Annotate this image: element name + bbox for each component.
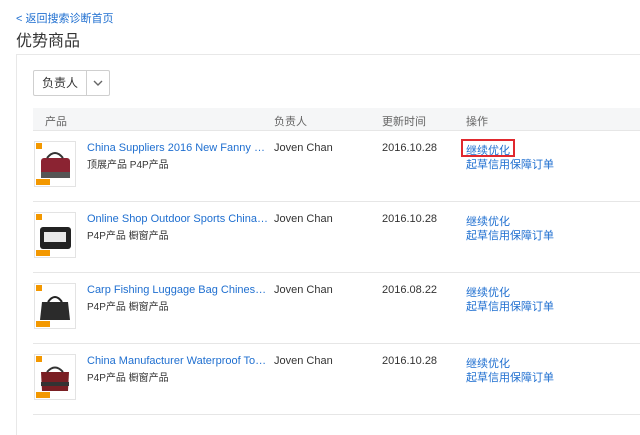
product-name-link[interactable]: China Manufacturer Waterproof Tote ... [87, 355, 269, 367]
col-owner: 负责人 [274, 116, 307, 128]
table-header: 产品 负责人 更新时间 操作 [33, 108, 640, 131]
product-thumbnail[interactable] [34, 212, 76, 258]
product-thumbnail[interactable] [34, 354, 76, 400]
bag-body [40, 302, 70, 320]
product-tags: P4P产品 橱窗产品 [87, 373, 169, 384]
owner-name: Joven Chan [274, 284, 333, 296]
page-title: 优势商品 [16, 33, 81, 50]
owner-name: Joven Chan [274, 142, 333, 154]
back-to-search-link[interactable]: < 返回搜索诊断首页 [16, 10, 113, 26]
owner-name: Joven Chan [274, 355, 333, 367]
update-date: 2016.10.28 [382, 142, 438, 154]
chevron-down-icon [87, 71, 109, 95]
col-actions: 操作 [466, 116, 488, 128]
bag-body [41, 372, 69, 391]
draft-trade-assurance-link[interactable]: 起草信用保障订单 [466, 298, 554, 314]
draft-trade-assurance-link[interactable]: 起草信用保障订单 [466, 227, 554, 243]
draft-trade-assurance-link[interactable]: 起草信用保障订单 [466, 369, 554, 385]
table-row: Carp Fishing Luggage Bag Chinese N... P4… [33, 273, 640, 344]
update-date: 2016.10.28 [382, 213, 438, 225]
product-tags: 顶展产品 P4P产品 [87, 160, 169, 171]
highlight-box [461, 139, 515, 157]
product-name-link[interactable]: China Suppliers 2016 New Fanny Can... [87, 142, 269, 154]
update-date: 2016.08.22 [382, 284, 438, 296]
table-row: China Suppliers 2016 New Fanny Can... 顶展… [33, 131, 640, 202]
product-name-link[interactable]: Carp Fishing Luggage Bag Chinese N... [87, 284, 269, 296]
table-row: China Manufacturer Waterproof Tote ... P… [33, 344, 640, 415]
product-tags: P4P产品 橱窗产品 [87, 302, 169, 313]
update-date: 2016.10.28 [382, 355, 438, 367]
product-name-link[interactable]: Online Shop Outdoor Sports China Su... [87, 213, 269, 225]
owner-filter-dropdown[interactable]: 负责人 [33, 70, 111, 96]
table-row: Online Shop Outdoor Sports China Su... P… [33, 202, 640, 273]
product-thumbnail[interactable] [34, 283, 76, 329]
draft-trade-assurance-link[interactable]: 起草信用保障订单 [466, 156, 554, 172]
owner-filter-label: 负责人 [34, 71, 88, 95]
product-thumbnail[interactable] [34, 141, 76, 187]
col-updated: 更新时间 [382, 116, 426, 128]
col-product: 产品 [45, 116, 67, 128]
owner-name: Joven Chan [274, 213, 333, 225]
product-tags: P4P产品 橱窗产品 [87, 231, 169, 242]
